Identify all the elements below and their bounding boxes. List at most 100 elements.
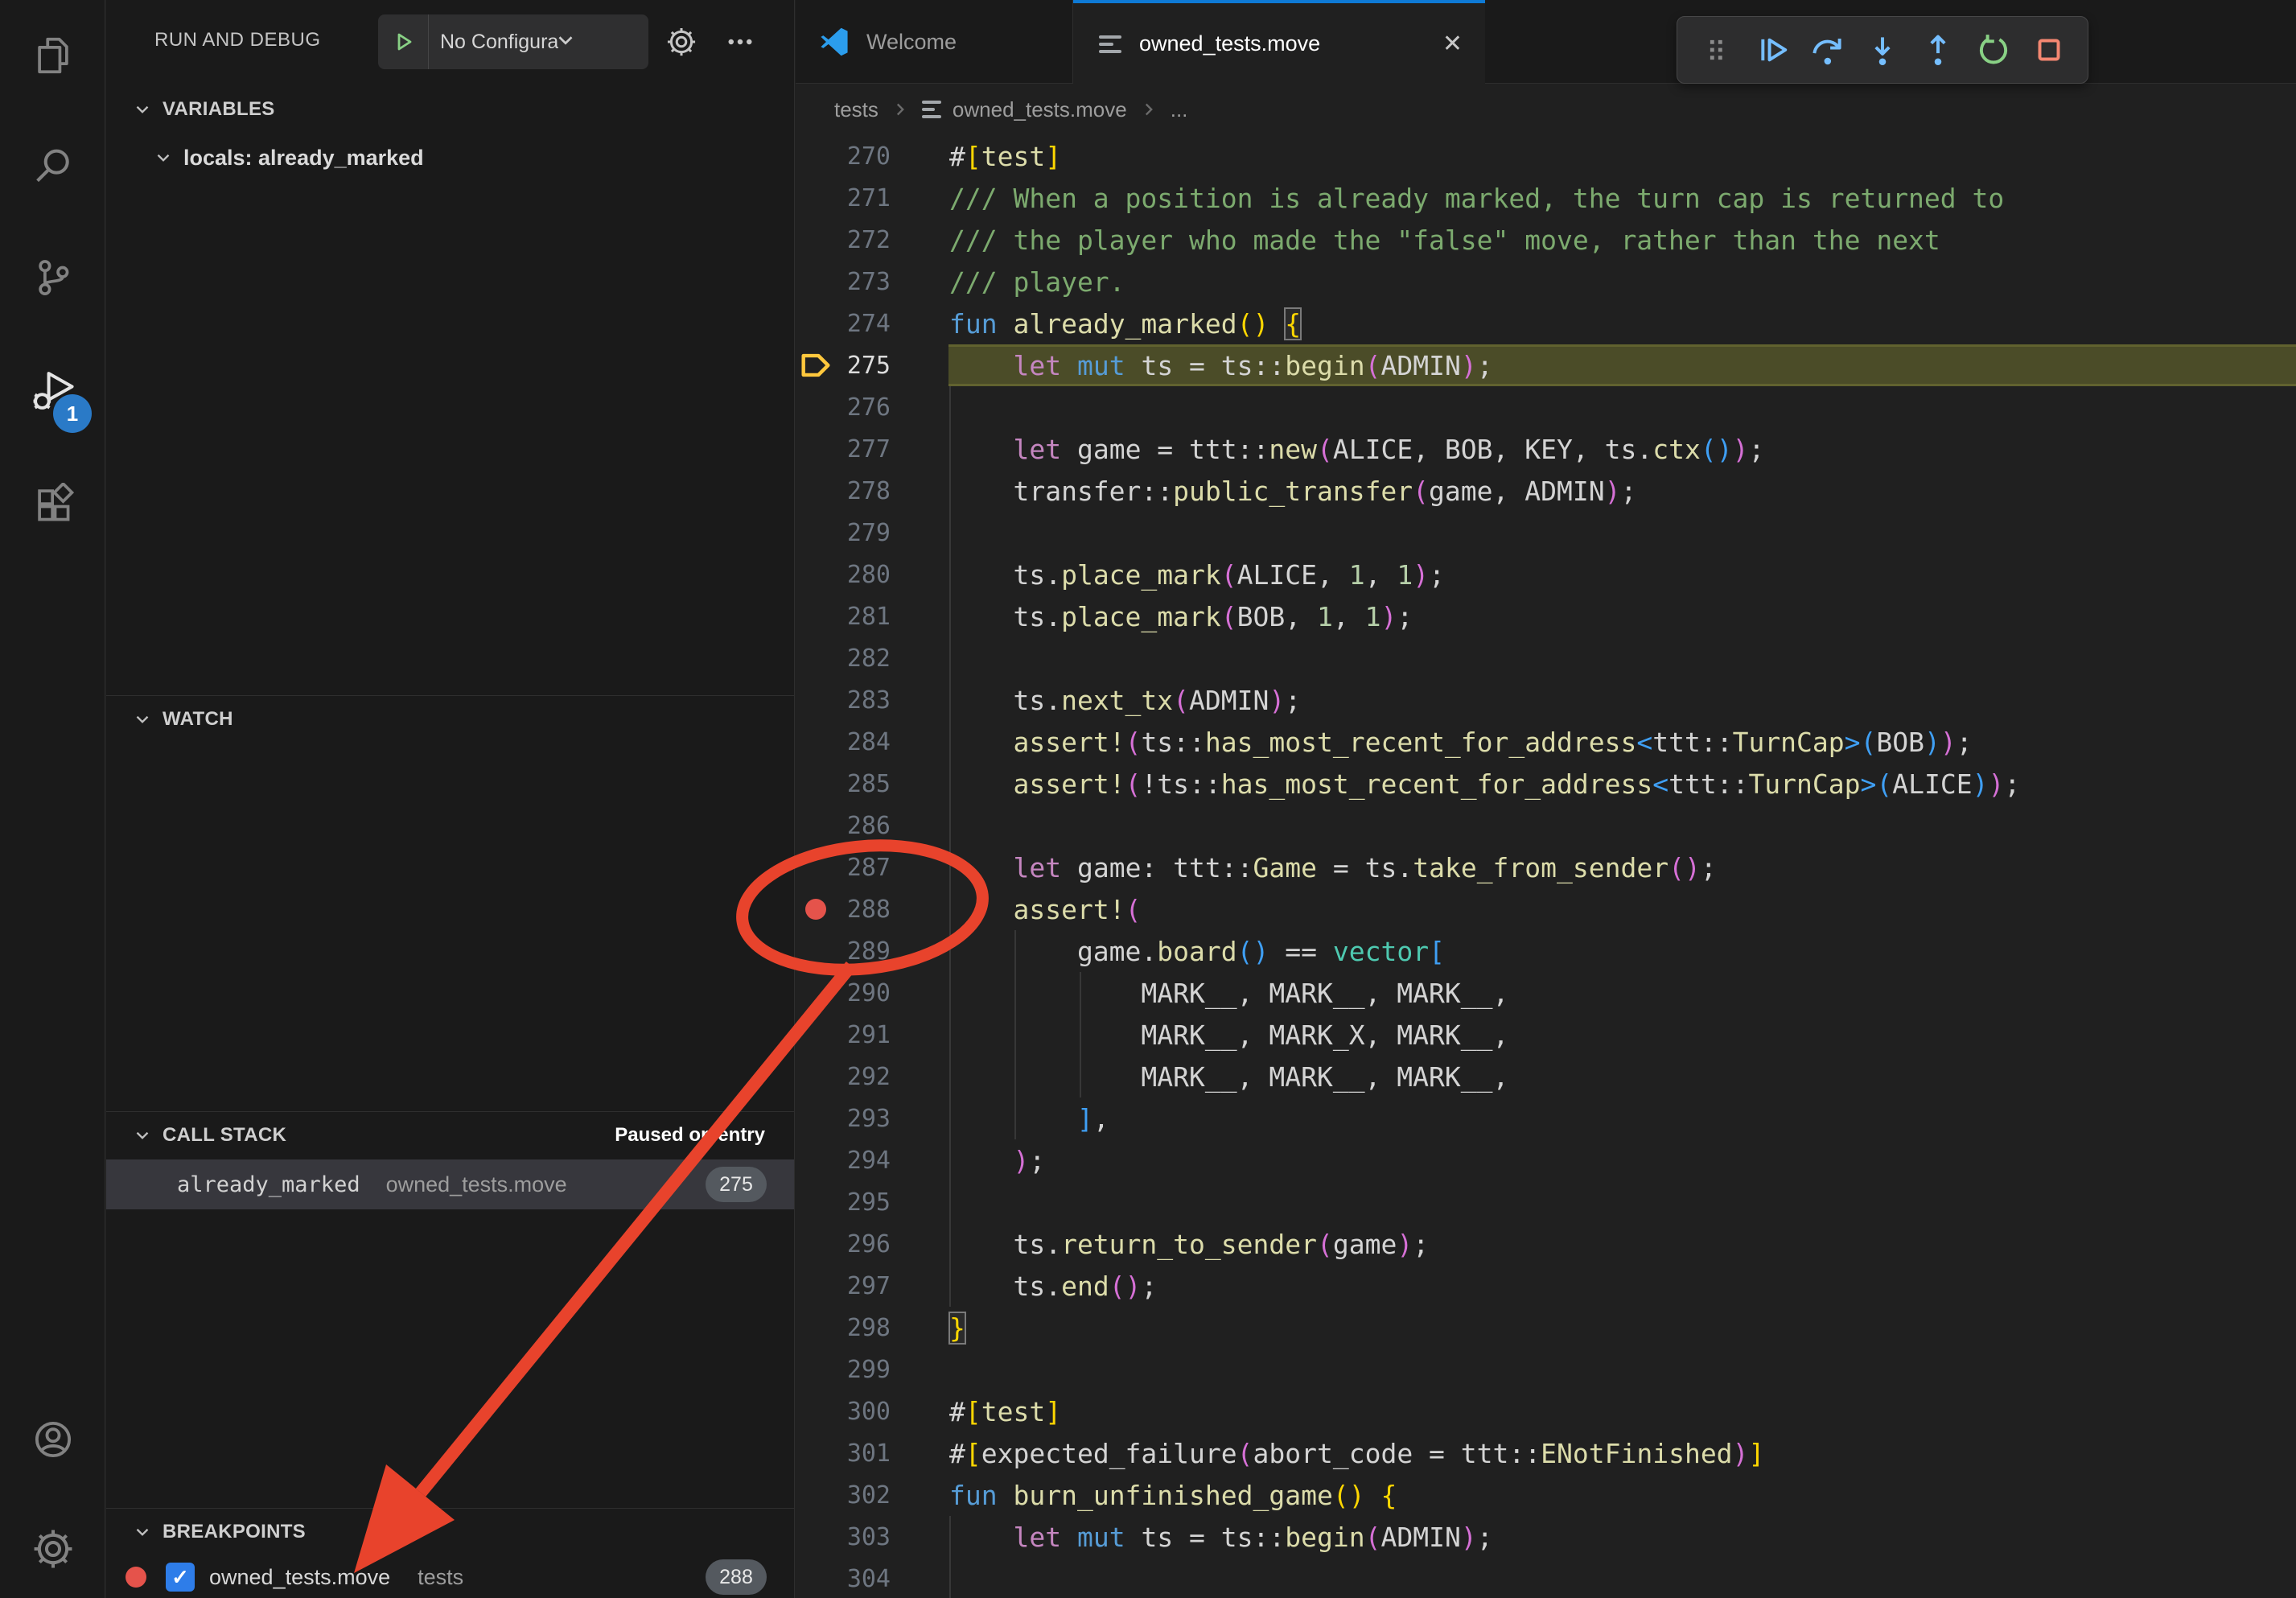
code-area[interactable]: 270#[test]271/// When a position is alre… xyxy=(796,135,2296,1598)
line-number[interactable]: 273 xyxy=(846,268,891,296)
line-number[interactable]: 290 xyxy=(846,979,891,1007)
code-line[interactable]: 289 game.board() == vector[ xyxy=(796,930,2296,972)
line-number[interactable]: 280 xyxy=(846,561,891,589)
breakpoint-gutter[interactable] xyxy=(796,679,846,721)
code-line[interactable]: 274fun already_marked() { xyxy=(796,303,2296,344)
code-line[interactable]: 277 let game = ttt::new(ALICE, BOB, KEY,… xyxy=(796,428,2296,470)
code-line[interactable]: 292 MARK__, MARK__, MARK__, xyxy=(796,1056,2296,1098)
run-and-debug-icon[interactable]: 1 xyxy=(0,346,105,435)
line-number[interactable]: 292 xyxy=(846,1063,891,1091)
watch-section-header[interactable]: WATCH xyxy=(106,697,794,742)
breakpoint-gutter[interactable] xyxy=(796,386,846,428)
breakpoint-gutter[interactable] xyxy=(796,303,846,344)
step-into-button[interactable] xyxy=(1860,26,1905,74)
step-over-button[interactable] xyxy=(1804,26,1850,74)
code-line[interactable]: 300#[test] xyxy=(796,1390,2296,1432)
line-number[interactable]: 283 xyxy=(846,686,891,715)
source-control-icon[interactable] xyxy=(0,233,105,322)
code-line[interactable]: 304 xyxy=(796,1558,2296,1598)
line-number[interactable]: 288 xyxy=(846,896,891,924)
breakpoint-gutter[interactable] xyxy=(796,135,846,177)
breakpoint-gutter[interactable] xyxy=(796,554,846,595)
line-number[interactable]: 295 xyxy=(846,1188,891,1217)
more-actions-icon[interactable] xyxy=(716,14,764,69)
line-number[interactable]: 299 xyxy=(846,1356,891,1384)
line-number[interactable]: 278 xyxy=(846,477,891,505)
breakpoint-gutter[interactable] xyxy=(796,972,846,1014)
code-line[interactable]: 303 let mut ts = ts::begin(ADMIN); xyxy=(796,1516,2296,1558)
code-line[interactable]: 293 ], xyxy=(796,1098,2296,1139)
breakpoint-gutter[interactable] xyxy=(796,1056,846,1098)
code-line[interactable]: 295 xyxy=(796,1181,2296,1223)
launch-config-dropdown[interactable]: No Configura xyxy=(378,14,648,69)
tab-owned-tests-move[interactable]: owned_tests.move ✕ xyxy=(1073,0,1485,84)
variables-section-header[interactable]: VARIABLES xyxy=(106,87,794,132)
extensions-icon[interactable] xyxy=(0,460,105,549)
breakpoint-gutter[interactable] xyxy=(796,1265,846,1307)
line-number[interactable]: 270 xyxy=(846,142,891,171)
breakpoint-gutter[interactable] xyxy=(796,512,846,554)
line-number[interactable]: 282 xyxy=(846,645,891,673)
breakpoint-gutter[interactable] xyxy=(796,261,846,303)
toolbar-drag-handle[interactable] xyxy=(1693,26,1738,74)
line-number[interactable]: 302 xyxy=(846,1481,891,1509)
code-line[interactable]: 272/// the player who made the "false" m… xyxy=(796,219,2296,261)
code-line[interactable]: 283 ts.next_tx(ADMIN); xyxy=(796,679,2296,721)
breakpoint-gutter[interactable] xyxy=(796,1307,846,1349)
line-number[interactable]: 289 xyxy=(846,937,891,966)
breakpoint-gutter[interactable] xyxy=(796,637,846,679)
breakpoint-gutter[interactable] xyxy=(796,721,846,763)
breakpoint-gutter[interactable] xyxy=(796,1098,846,1139)
code-line[interactable]: 298} xyxy=(796,1307,2296,1349)
breakpoint-gutter[interactable] xyxy=(796,763,846,805)
line-number[interactable]: 296 xyxy=(846,1230,891,1258)
line-number[interactable]: 301 xyxy=(846,1439,891,1468)
breadcrumb-folder[interactable]: tests xyxy=(834,97,878,122)
search-icon[interactable] xyxy=(0,122,105,211)
breakpoint-gutter[interactable] xyxy=(796,177,846,219)
code-line[interactable]: 296 ts.return_to_sender(game); xyxy=(796,1223,2296,1265)
debug-settings-gear-icon[interactable] xyxy=(657,14,706,69)
line-number[interactable]: 279 xyxy=(846,519,891,547)
line-number[interactable]: 303 xyxy=(846,1523,891,1551)
code-line[interactable]: 282 xyxy=(796,637,2296,679)
code-line[interactable]: 301#[expected_failure(abort_code = ttt::… xyxy=(796,1432,2296,1474)
breakpoint-dot-icon[interactable] xyxy=(796,888,846,930)
step-out-button[interactable] xyxy=(1915,26,1961,74)
breakpoint-gutter[interactable] xyxy=(796,846,846,888)
breakpoint-gutter[interactable] xyxy=(796,1432,846,1474)
current-frame-arrow-icon[interactable] xyxy=(796,344,846,386)
line-number[interactable]: 285 xyxy=(846,770,891,798)
line-number[interactable]: 272 xyxy=(846,226,891,254)
code-line[interactable]: 271/// When a position is already marked… xyxy=(796,177,2296,219)
code-line[interactable]: 299 xyxy=(796,1349,2296,1390)
code-line[interactable]: 273/// player. xyxy=(796,261,2296,303)
code-line[interactable]: 276 xyxy=(796,386,2296,428)
call-stack-frame-row[interactable]: already_marked owned_tests.move 275 xyxy=(106,1159,794,1209)
line-number[interactable]: 271 xyxy=(846,184,891,212)
code-line[interactable]: 284 assert!(ts::has_most_recent_for_addr… xyxy=(796,721,2296,763)
breakpoint-gutter[interactable] xyxy=(796,1139,846,1181)
code-line[interactable]: 280 ts.place_mark(ALICE, 1, 1); xyxy=(796,554,2296,595)
code-line[interactable]: 281 ts.place_mark(BOB, 1, 1); xyxy=(796,595,2296,637)
line-number[interactable]: 294 xyxy=(846,1147,891,1175)
breakpoint-gutter[interactable] xyxy=(796,219,846,261)
breakpoint-gutter[interactable] xyxy=(796,930,846,972)
line-number[interactable]: 304 xyxy=(846,1565,891,1593)
breakpoint-gutter[interactable] xyxy=(796,1390,846,1432)
line-number[interactable]: 277 xyxy=(846,435,891,463)
code-line[interactable]: 290 MARK__, MARK__, MARK__, xyxy=(796,972,2296,1014)
breakpoint-gutter[interactable] xyxy=(796,1516,846,1558)
breakpoint-gutter[interactable] xyxy=(796,805,846,846)
breakpoint-gutter[interactable] xyxy=(796,428,846,470)
explorer-icon[interactable] xyxy=(0,11,105,100)
account-icon[interactable] xyxy=(0,1395,105,1484)
line-number[interactable]: 297 xyxy=(846,1272,891,1300)
breakpoint-gutter[interactable] xyxy=(796,1181,846,1223)
code-line[interactable]: 286 xyxy=(796,805,2296,846)
breadcrumb-symbol[interactable]: ... xyxy=(1171,97,1188,122)
code-line[interactable]: 291 MARK__, MARK_X, MARK__, xyxy=(796,1014,2296,1056)
line-number[interactable]: 287 xyxy=(846,854,891,882)
code-line[interactable]: 287 let game: ttt::Game = ts.take_from_s… xyxy=(796,846,2296,888)
breakpoint-gutter[interactable] xyxy=(796,595,846,637)
